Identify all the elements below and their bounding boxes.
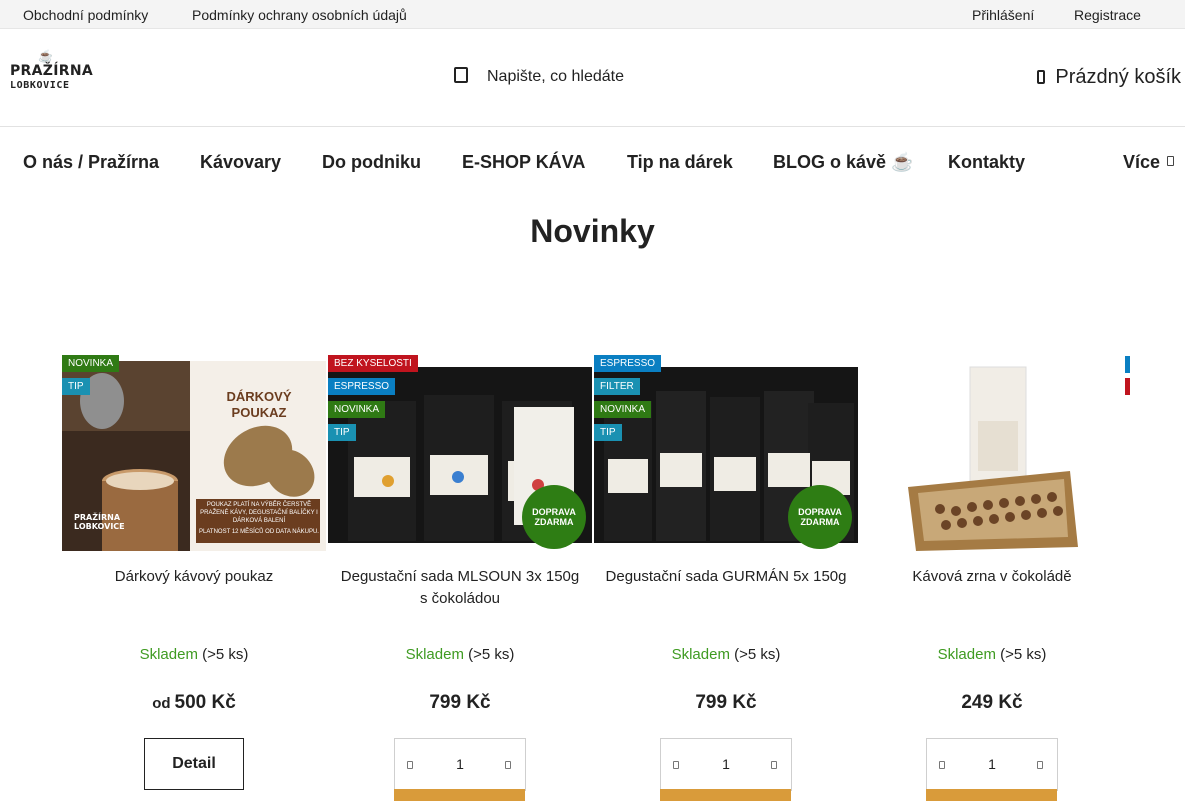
voucher-logo: PRAŽÍRNA LOBKOVICE: [74, 513, 125, 531]
search-input[interactable]: Napište, co hledáte: [450, 63, 750, 89]
flag-novinka: NOVINKA: [328, 401, 386, 418]
cart-button[interactable]: Prázdný košík: [1037, 66, 1181, 89]
voucher-title: DÁRKOVÝ POUKAZ: [226, 389, 292, 420]
stock-status: Skladem (>5 ks): [62, 646, 326, 663]
voucher-logo-line2: LOBKOVICE: [74, 522, 125, 531]
logo-line2: LOBKOVICE: [10, 80, 70, 91]
product-name[interactable]: Degustační sada GURMÁN 5x 150g: [604, 566, 848, 588]
add-to-cart-button[interactable]: [394, 789, 525, 801]
product-card: Kávová zrna v čokoládě Skladem (>5 ks) 2…: [860, 355, 1124, 801]
stock-label: Skladem: [405, 646, 464, 663]
register-link[interactable]: Registrace: [1074, 7, 1141, 23]
cart-label: Prázdný košík: [1055, 66, 1181, 88]
product-name[interactable]: Degustační sada MLSOUN 3x 150g s čokolád…: [338, 566, 582, 610]
flag-tip: TIP: [62, 378, 90, 395]
coffee-cup-icon: ☕: [38, 49, 53, 63]
add-to-cart-button[interactable]: [926, 789, 1057, 801]
product-card: BEZ KYSELOSTI ESPRESSO NOVINKA TIP DOPRA…: [328, 355, 592, 801]
nav-item-blog[interactable]: BLOG o kávě ☕: [773, 152, 913, 173]
stock-label: Skladem: [937, 646, 996, 663]
product-flags: NOVINKA TIP: [62, 355, 120, 401]
stock-status: Skladem (>5 ks): [594, 646, 858, 663]
plus-icon[interactable]: [771, 761, 777, 769]
flag-tip: TIP: [594, 424, 622, 441]
page-title: Novinky: [530, 213, 655, 249]
flag-bez-kyselosti: BEZ KYSELOSTI: [328, 355, 418, 372]
login-link[interactable]: Přihlášení: [972, 7, 1034, 23]
product-name[interactable]: Kávová zrna v čokoládě: [870, 566, 1114, 588]
stock-detail: (>5 ks): [734, 646, 781, 663]
voucher-text: POUKAZ PLATÍ NA VÝBĚR ČERSTVĚ PRAŽENÉ KÁ…: [200, 502, 318, 524]
logo[interactable]: ☕ PRAŽÍRNA LOBKOVICE: [10, 49, 93, 93]
voucher-validity: PLATNOST 12 MĚSÍCŮ OD DATA NÁKUPU.: [199, 529, 319, 535]
search-icon: [454, 67, 468, 83]
product-price: 799 Kč: [429, 692, 491, 713]
detail-button[interactable]: Detail: [144, 738, 244, 790]
stock-label: Skladem: [671, 646, 730, 663]
flag-novinka: NOVINKA: [62, 355, 120, 372]
quantity-stepper[interactable]: 1: [926, 738, 1058, 791]
stock-status: Skladem (>5 ks): [328, 646, 592, 663]
stock-detail: (>5 ks): [1000, 646, 1047, 663]
free-shipping-badge: DOPRAVA ZDARMA: [522, 485, 586, 549]
carousel-indicators: [1125, 356, 1130, 400]
logo-line1: PRAŽÍRNA: [10, 63, 93, 79]
product-image[interactable]: [860, 361, 1124, 551]
flag-novinka: NOVINKA: [594, 401, 652, 418]
product-flags: ESPRESSO FILTER NOVINKA TIP: [594, 355, 662, 447]
flag-espresso: ESPRESSO: [328, 378, 396, 395]
stock-status: Skladem (>5 ks): [860, 646, 1124, 663]
product-price: od 500 Kč: [62, 692, 326, 714]
nav-item-more[interactable]: Více: [1123, 152, 1175, 173]
add-to-cart-button[interactable]: [660, 789, 791, 801]
price-value: 500 Kč: [174, 692, 236, 713]
search-placeholder: Napište, co hledáte: [487, 68, 624, 85]
terms-link[interactable]: Obchodní podmínky: [23, 7, 148, 23]
nav-item-about[interactable]: O nás / Pražírna: [23, 152, 159, 173]
nav-item-gift-tip[interactable]: Tip na dárek: [627, 152, 733, 173]
quantity-stepper[interactable]: 1: [660, 738, 792, 791]
indicator[interactable]: [1125, 378, 1130, 395]
plus-icon[interactable]: [505, 761, 511, 769]
top-bar: Obchodní podmínky Podmínky ochrany osobn…: [0, 0, 1185, 29]
header: ☕ PRAŽÍRNA LOBKOVICE Napište, co hledáte…: [0, 29, 1185, 127]
product-card: ESPRESSO FILTER NOVINKA TIP DOPRAVA ZDAR…: [594, 355, 858, 801]
product-price: 799 Kč: [695, 692, 757, 713]
free-shipping-badge: DOPRAVA ZDARMA: [788, 485, 852, 549]
nav-more-label: Více: [1123, 152, 1161, 172]
privacy-link[interactable]: Podmínky ochrany osobních údajů: [192, 7, 407, 23]
voucher-logo-line1: PRAŽÍRNA: [74, 513, 121, 522]
nav-item-coffee-machines[interactable]: Kávovary: [200, 152, 281, 173]
flag-filter: FILTER: [594, 378, 640, 395]
quantity-stepper[interactable]: 1: [394, 738, 526, 791]
product-name[interactable]: Dárkový kávový poukaz: [72, 566, 316, 588]
nav-item-eshop[interactable]: E-SHOP KÁVA: [462, 152, 585, 173]
chevron-down-icon: [1167, 156, 1175, 166]
stock-detail: (>5 ks): [202, 646, 249, 663]
stock-label: Skladem: [139, 646, 198, 663]
nav-item-business[interactable]: Do podniku: [322, 152, 421, 173]
flag-espresso: ESPRESSO: [594, 355, 662, 372]
main-nav: O nás / Pražírna Kávovary Do podniku E-S…: [0, 127, 1185, 195]
product-card: NOVINKA TIP DÁRKOVÝ POUKAZ POUKAZ PLATÍ …: [62, 355, 326, 800]
indicator[interactable]: [1125, 356, 1130, 373]
flag-tip: TIP: [328, 424, 356, 441]
stock-detail: (>5 ks): [468, 646, 515, 663]
plus-icon[interactable]: [1037, 761, 1043, 769]
cart-icon: [1037, 70, 1046, 84]
nav-item-contacts[interactable]: Kontakty: [948, 152, 1025, 173]
price-prefix: od: [152, 695, 171, 712]
product-price: 249 Kč: [961, 692, 1023, 713]
product-flags: BEZ KYSELOSTI ESPRESSO NOVINKA TIP: [328, 355, 418, 447]
